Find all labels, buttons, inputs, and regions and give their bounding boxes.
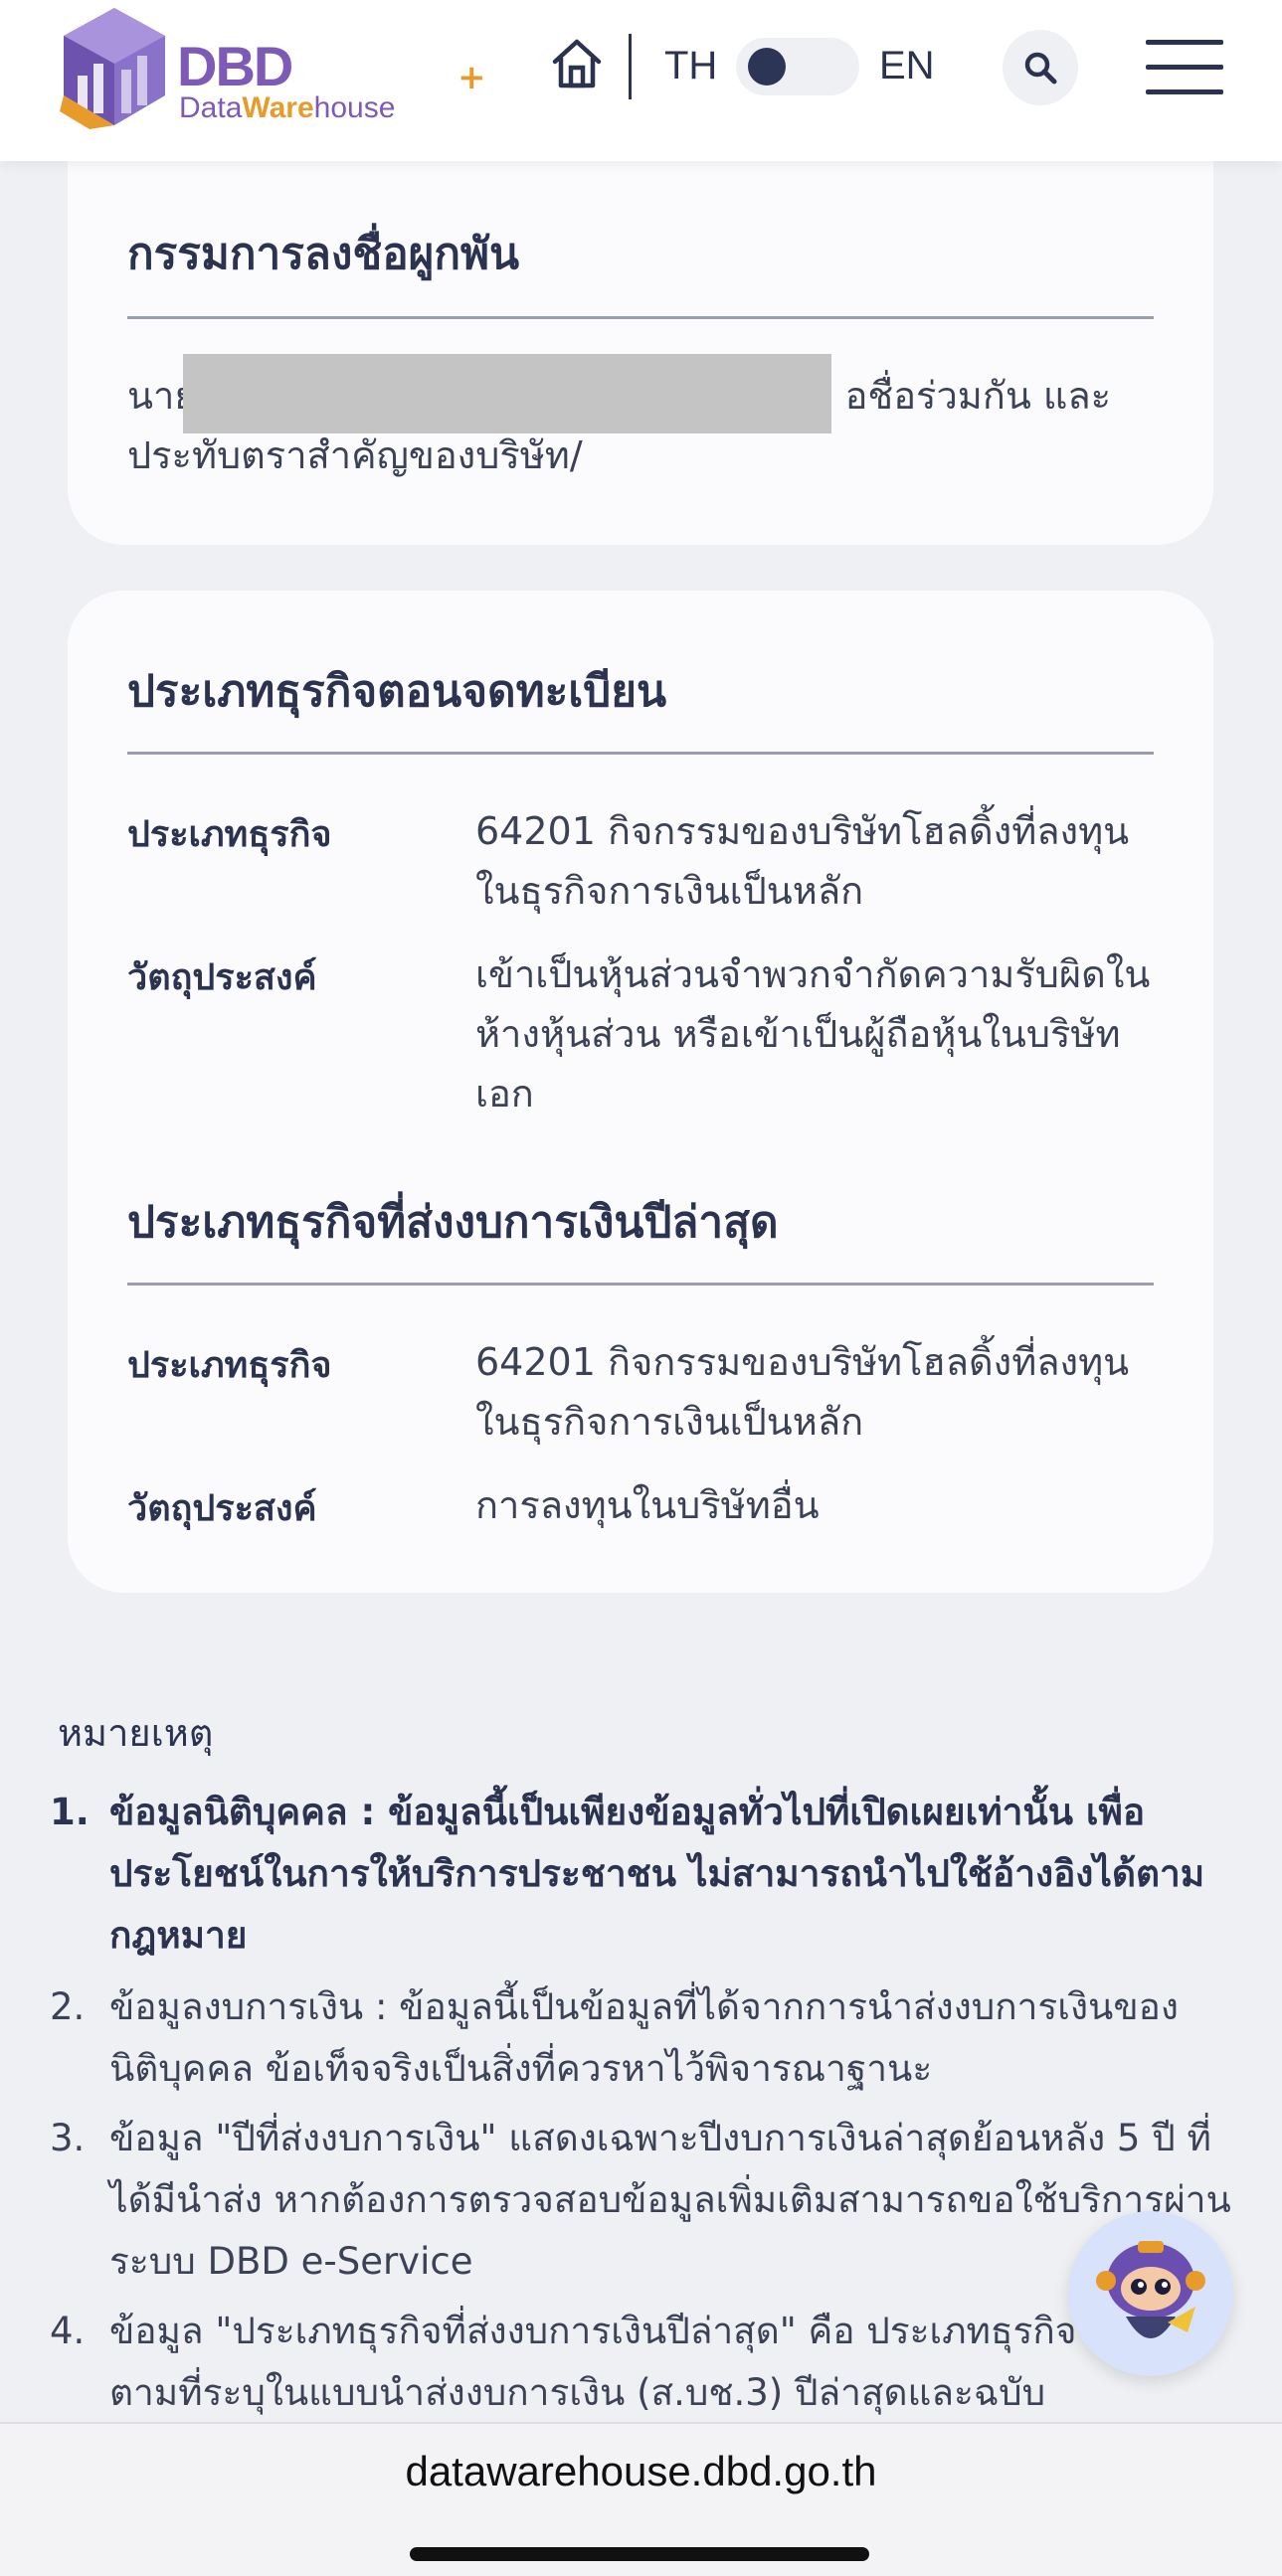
site-header: DBD DataWarehouse + TH EN bbox=[0, 0, 1282, 161]
registration-business-title: ประเภทธุรกิจตอนจดทะเบียน bbox=[127, 666, 667, 717]
note-number: 1. bbox=[50, 1791, 90, 1833]
note-number: 4. bbox=[50, 2310, 86, 2352]
authorized-directors-card: กรรมการลงชื่อผูกพัน นาย อชื่อร่วมกัน และ … bbox=[68, 99, 1213, 545]
logo-dbd-text: DBD bbox=[177, 35, 293, 97]
language-th-label[interactable]: TH bbox=[664, 44, 717, 88]
notes-title: หมายเหตุ bbox=[58, 1711, 214, 1755]
language-toggle[interactable] bbox=[736, 38, 859, 95]
chatbot-mascot-button[interactable] bbox=[1068, 2211, 1233, 2376]
latest-business-title: ประเภทธุรกิจที่ส่งงบการเงินปีล่าสุด bbox=[127, 1197, 779, 1248]
header-divider bbox=[629, 34, 632, 99]
logo-plus: + bbox=[458, 58, 486, 97]
home-button[interactable] bbox=[549, 36, 605, 91]
logo-mark-icon bbox=[60, 8, 165, 129]
business-type-label: ประเภทธุรกิจ bbox=[127, 1345, 332, 1386]
search-icon bbox=[1024, 52, 1057, 85]
note-number: 2. bbox=[50, 1985, 86, 2028]
objective-label: วัตถุประสงค์ bbox=[127, 957, 317, 998]
browser-address-bar: datawarehouse.dbd.go.th bbox=[0, 2422, 1282, 2576]
card-divider bbox=[127, 316, 1154, 319]
language-en-label[interactable]: EN bbox=[879, 44, 935, 88]
note-number: 3. bbox=[50, 2117, 86, 2159]
menu-line-icon bbox=[1146, 65, 1223, 70]
business-type-value: 64201 กิจกรรมของบริษัทโฮลดิ้งที่ลงทุนในธ… bbox=[475, 1340, 1130, 1444]
business-type-value: 64201 กิจกรรมของบริษัทโฮลดิ้งที่ลงทุนในธ… bbox=[475, 809, 1130, 913]
note-text: ข้อมูลงบการเงิน : ข้อมูลนี้เป็นข้อมูลที่… bbox=[109, 1985, 1179, 2090]
redacted-names-block bbox=[183, 354, 831, 433]
mascot-icon bbox=[1096, 2241, 1205, 2338]
objective-label: วัตถุประสงค์ bbox=[127, 1488, 317, 1529]
search-button[interactable] bbox=[1003, 30, 1078, 105]
objective-value: การลงทุนในบริษัทอื่น bbox=[475, 1483, 820, 1527]
menu-line-icon bbox=[1146, 40, 1223, 45]
home-icon bbox=[552, 39, 602, 88]
objective-value: เข้าเป็นหุ้นส่วนจำพวกจำกัดความรับผิดในห้… bbox=[475, 952, 1151, 1116]
logo-datawarehouse-text: DataWarehouse bbox=[179, 91, 396, 124]
dbd-datawarehouse-logo[interactable]: DBD DataWarehouse + bbox=[60, 6, 486, 129]
business-type-card: ประเภทธุรกิจตอนจดทะเบียน ประเภทธุรกิจ 64… bbox=[68, 591, 1213, 1593]
note-text: ข้อมูลนิติบุคคล : ข้อมูลนี้เป็นเพียงข้อม… bbox=[109, 1791, 1205, 1957]
card-divider bbox=[127, 1283, 1154, 1286]
hamburger-menu-button[interactable] bbox=[1146, 38, 1223, 97]
menu-line-icon bbox=[1146, 89, 1223, 94]
business-type-label: ประเภทธุรกิจ bbox=[127, 814, 332, 855]
home-indicator[interactable] bbox=[410, 2547, 869, 2561]
url-text[interactable]: datawarehouse.dbd.go.th bbox=[0, 2448, 1282, 2495]
card-divider bbox=[127, 752, 1154, 755]
toggle-knob bbox=[748, 48, 786, 86]
card-title: กรรมการลงชื่อผูกพัน bbox=[127, 229, 520, 279]
